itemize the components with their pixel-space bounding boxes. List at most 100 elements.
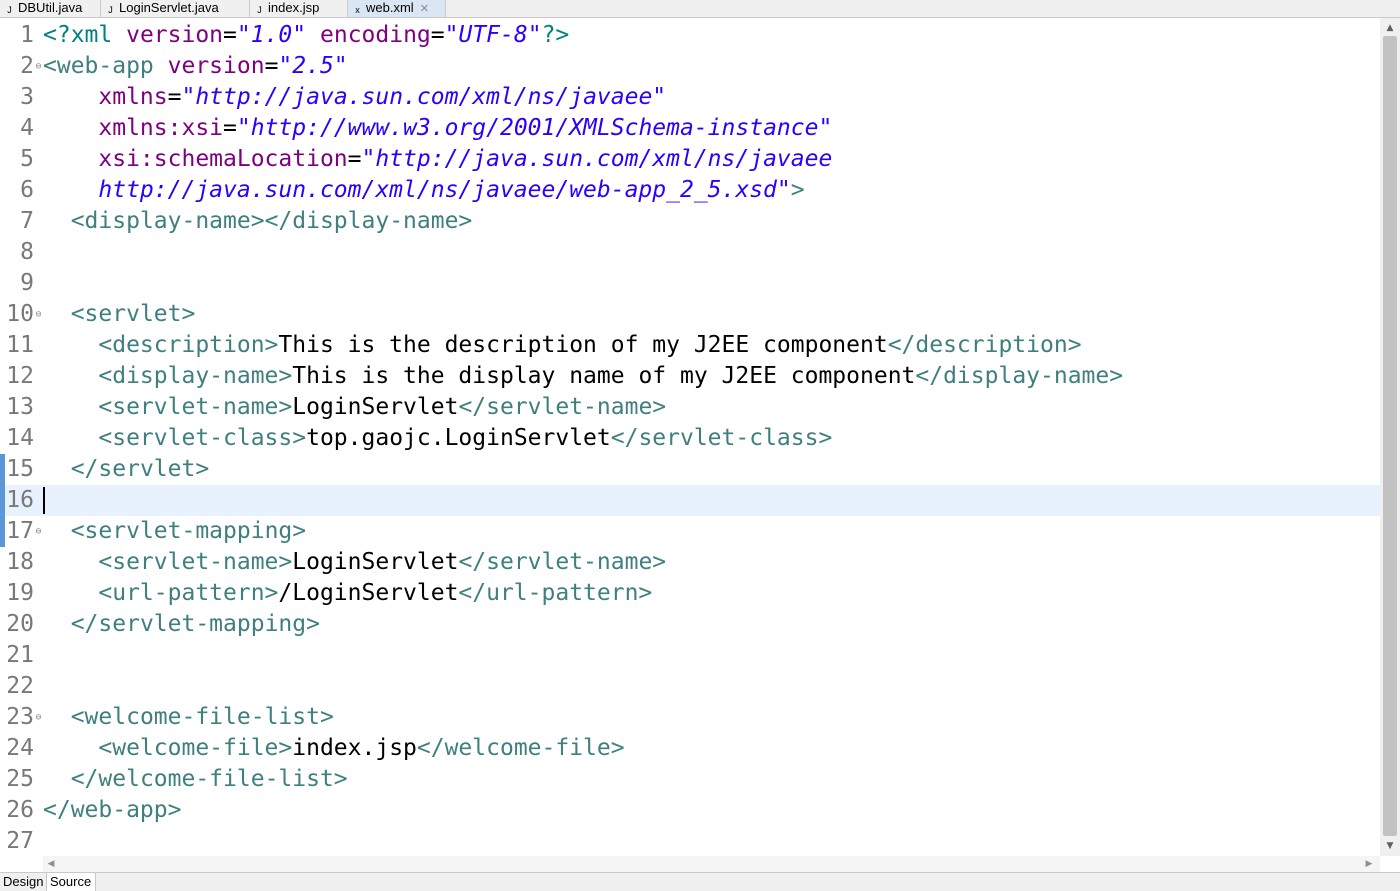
token-text: LoginServlet: [292, 549, 459, 575]
code-line[interactable]: 3 xmlns="http://java.sun.com/xml/ns/java…: [0, 82, 1380, 113]
code-line[interactable]: 17 ⊖ <servlet-mapping>: [0, 516, 1380, 547]
code-text: <display-name>This is the display name o…: [43, 361, 1123, 392]
code-line[interactable]: 25 </welcome-file-list>: [0, 764, 1380, 795]
code-line[interactable]: 23 ⊖ <welcome-file-list>: [0, 702, 1380, 733]
token-text: =: [223, 115, 237, 141]
code-line[interactable]: 20 </servlet-mapping>: [0, 609, 1380, 640]
code-line[interactable]: 14 <servlet-class>top.gaojc.LoginServlet…: [0, 423, 1380, 454]
fold-toggle-icon[interactable]: ⊖: [34, 702, 43, 733]
tab-dbutil-java[interactable]: J DBUtil.java: [0, 0, 101, 17]
token-tag: >: [790, 177, 805, 203]
token-str: "2.5": [278, 53, 348, 79]
token-pi: <?xml: [43, 22, 127, 48]
tab-index-jsp[interactable]: Jindex.jsp: [250, 0, 348, 17]
code-line[interactable]: 1 <?xml version="1.0" encoding="UTF-8"?>: [0, 20, 1380, 51]
scrollbar-thumb[interactable]: [1383, 36, 1397, 836]
line-number: 12: [6, 363, 34, 389]
token-attr: encoding: [320, 22, 431, 48]
vertical-scrollbar[interactable]: ▲ ▼: [1380, 18, 1400, 856]
token-str: "http://www.w3.org/2001/XMLSchema-instan…: [236, 115, 833, 141]
line-number: 27: [6, 828, 34, 854]
code-line[interactable]: 2 ⊖ <web-app version="2.5": [0, 51, 1380, 82]
code-text: xsi:schemaLocation="http://java.sun.com/…: [43, 144, 832, 175]
token-text: LoginServlet: [292, 394, 459, 420]
line-number: 16: [6, 487, 34, 513]
token-str: "http://java.sun.com/xml/ns/javaee": [181, 84, 667, 110]
code-line[interactable]: 10 ⊖ <servlet>: [0, 299, 1380, 330]
jsp-file-icon: J: [257, 5, 262, 15]
code-line[interactable]: 27: [0, 826, 1380, 856]
code-line[interactable]: 16: [0, 485, 1380, 516]
line-number: 5: [20, 146, 34, 172]
code-line[interactable]: 21: [0, 640, 1380, 671]
close-icon[interactable]: ✕: [420, 3, 429, 15]
token-tag: <servlet-class>: [98, 425, 307, 451]
code-line[interactable]: 8: [0, 237, 1380, 268]
code-line[interactable]: 11 <description>This is the description …: [0, 330, 1380, 361]
code-line[interactable]: 4 xmlns:xsi="http://www.w3.org/2001/XMLS…: [0, 113, 1380, 144]
token-str: http://java.sun.com/xml/ns/javaee/web-ap…: [98, 177, 791, 203]
text-caret: [43, 487, 45, 514]
line-number: 10: [6, 301, 34, 327]
line-number: 8: [20, 239, 34, 265]
fold-toggle-icon[interactable]: ⊖: [34, 299, 43, 330]
code-text: xmlns:xsi="http://www.w3.org/2001/XMLSch…: [43, 113, 832, 144]
tab-source[interactable]: Source: [47, 873, 96, 891]
code-line[interactable]: 18 <servlet-name>LoginServlet</servlet-n…: [0, 547, 1380, 578]
token-tag: <servlet-mapping>: [70, 518, 307, 544]
code-line[interactable]: 7 <display-name></display-name>: [0, 206, 1380, 237]
code-line[interactable]: 12 <display-name>This is the display nam…: [0, 361, 1380, 392]
tab-label: index.jsp: [268, 0, 320, 15]
line-number: 25: [6, 766, 34, 792]
line-number: 9: [20, 270, 34, 296]
line-number: 26: [6, 797, 34, 823]
scroll-right-icon[interactable]: ▶: [1361, 856, 1377, 872]
code-line[interactable]: 19 <url-pattern>/LoginServlet</url-patte…: [0, 578, 1380, 609]
line-number: 13: [6, 394, 34, 420]
token-attr: version: [167, 53, 265, 79]
scroll-left-icon[interactable]: ◀: [43, 856, 59, 872]
token-tag: <welcome-file>: [98, 735, 293, 761]
line-number: 2: [20, 53, 34, 79]
code-line[interactable]: 5 xsi:schemaLocation="http://java.sun.co…: [0, 144, 1380, 175]
token-tag: </servlet-mapping>: [70, 611, 320, 637]
tab-web-xml[interactable]: x web.xml ✕: [348, 0, 446, 17]
code-text: <servlet-name>LoginServlet</servlet-name…: [43, 547, 666, 578]
code-text: <welcome-file-list>: [43, 702, 334, 733]
code-line[interactable]: 6 http://java.sun.com/xml/ns/javaee/web-…: [0, 175, 1380, 206]
code-line[interactable]: 22: [0, 671, 1380, 702]
scroll-up-icon[interactable]: ▲: [1380, 20, 1400, 36]
code-text: <welcome-file>index.jsp</welcome-file>: [43, 733, 624, 764]
fold-toggle-icon[interactable]: ⊖: [34, 51, 43, 82]
tab-loginservlet-java[interactable]: J LoginServlet.java: [101, 0, 250, 17]
scroll-down-icon[interactable]: ▼: [1380, 838, 1400, 854]
xml-source-editor[interactable]: 1 <?xml version="1.0" encoding="UTF-8"?> 2…: [0, 18, 1380, 856]
token-tag: <display-name>: [98, 363, 293, 389]
horizontal-scrollbar[interactable]: ◀ ▶: [43, 856, 1380, 872]
code-text: <?xml version="1.0" encoding="UTF-8"?>: [43, 20, 569, 51]
code-line[interactable]: 26 </web-app>: [0, 795, 1380, 826]
fold-toggle-icon[interactable]: ⊖: [34, 516, 43, 547]
code-line[interactable]: 15 </servlet>: [0, 454, 1380, 485]
xml-file-icon: x: [355, 5, 360, 15]
code-line[interactable]: 13 <servlet-name>LoginServlet</servlet-n…: [0, 392, 1380, 423]
token-tag: <description>: [98, 332, 279, 358]
line-number: 17: [6, 518, 34, 544]
token-str: "1.0": [236, 22, 307, 48]
code-line[interactable]: 9: [0, 268, 1380, 299]
editor-tab-bar: J DBUtil.java J LoginServlet.java Jindex.j…: [0, 0, 1400, 18]
token-text: =: [430, 22, 445, 48]
line-number: 3: [20, 84, 34, 110]
token-tag: </display-name>: [915, 363, 1124, 389]
tab-design[interactable]: Design: [0, 873, 47, 891]
token-attr: xmlns:xsi: [98, 115, 224, 141]
code-text: <url-pattern>/LoginServlet</url-pattern>: [43, 578, 652, 609]
code-line[interactable]: 24 <welcome-file>index.jsp</welcome-file…: [0, 733, 1380, 764]
